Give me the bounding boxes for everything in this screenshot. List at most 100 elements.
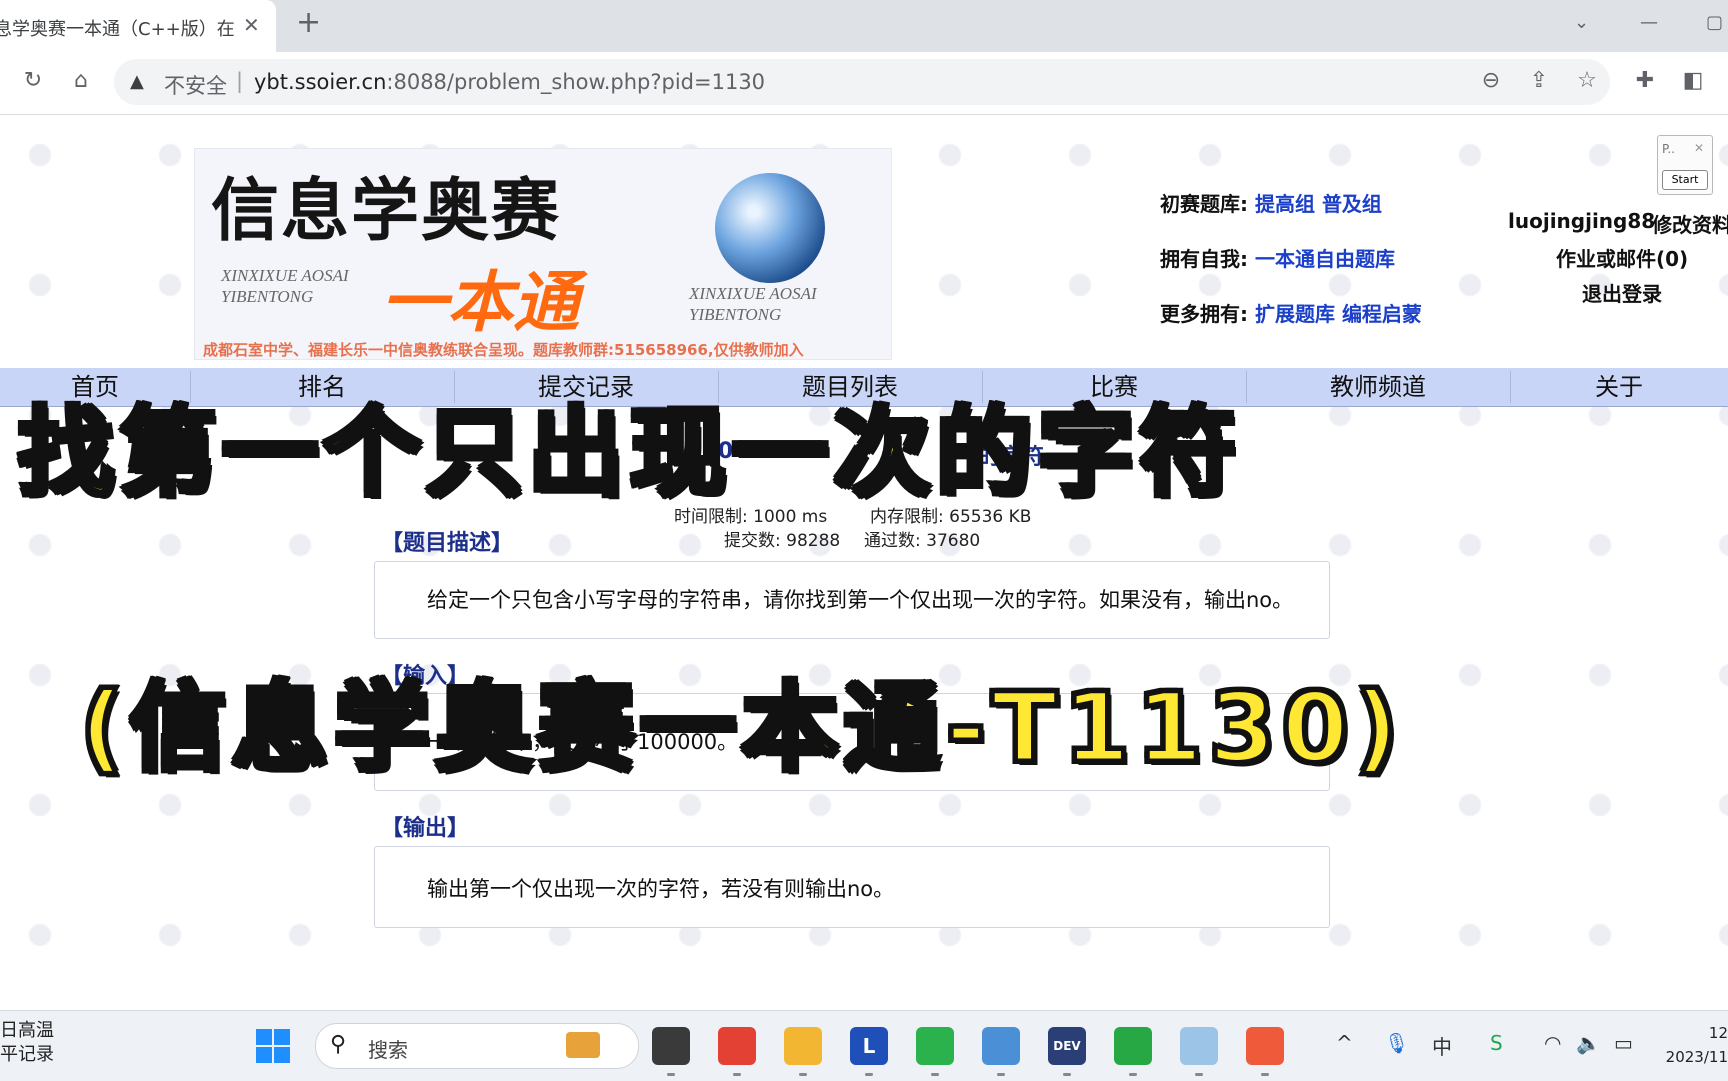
logo-pinyin-right: XINXIXUE AOSAI YIBENTONG — [689, 283, 817, 325]
recorder-widget: P.. ✕ Start — [1657, 135, 1713, 195]
clock[interactable]: 12 2023/11 — [1664, 1021, 1728, 1069]
maximize-icon[interactable]: ▢ — [1706, 12, 1723, 33]
links-row-1: 初赛题库: 提高组 普及组 — [1160, 188, 1382, 217]
sogou-icon[interactable]: S — [1490, 1031, 1503, 1055]
nav-teacher-channel[interactable]: 教师频道 — [1246, 371, 1511, 403]
links-row-3: 更多拥有: 扩展题库 编程启蒙 — [1160, 298, 1422, 327]
weather-line: 平记录 — [0, 1044, 54, 1065]
task-view-icon[interactable] — [652, 1027, 690, 1065]
running-indicator — [1261, 1073, 1269, 1076]
dev-cpp-icon[interactable]: DEV — [1048, 1027, 1086, 1065]
recorder-close-icon[interactable]: ✕ — [1694, 141, 1704, 155]
warning-icon[interactable]: ▲ — [130, 71, 144, 92]
tab-bar: 息学奥赛一本通（C++版）在 ✕ + ⌄ — ▢ — [0, 0, 1728, 52]
submission-count: 提交数: 98288 — [724, 531, 841, 551]
search-icon: ⚲ — [330, 1032, 347, 1057]
recorder-widget-label: P.. — [1662, 142, 1675, 156]
briefcase-icon — [566, 1032, 600, 1058]
section-title-description: 【题目描述】 — [381, 531, 514, 556]
overlay-title-line-2: (信息学奥赛一本通-T1130) — [77, 670, 1405, 787]
tab-search-icon[interactable]: ⌄ — [1574, 12, 1589, 33]
address-bar[interactable]: ▲ 不安全 | ybt.ssoier.cn:8088/problem_show.… — [114, 59, 1610, 105]
nav-about[interactable]: 关于 — [1510, 371, 1728, 403]
battery-icon[interactable]: ▭ — [1614, 1031, 1633, 1055]
banner-note: 成都石室中学、福建长乐一中信奥教练联合呈现。题库教师群:515658966,仅供… — [203, 341, 804, 359]
microphone-icon[interactable]: 🎙 — [1384, 1031, 1409, 1055]
bookmark-star-icon[interactable]: ☆ — [1572, 66, 1602, 96]
output-box: 输出第一个仅出现一次的字符，若没有则输出no。 — [374, 846, 1330, 928]
search-placeholder: 搜索 — [368, 1038, 408, 1062]
share-icon[interactable]: ⇪ — [1524, 66, 1554, 96]
chrome-icon[interactable] — [718, 1027, 756, 1065]
logo-pinyin-line: YIBENTONG — [689, 305, 782, 324]
logo-title: 信息学奥赛 — [211, 171, 562, 251]
volume-icon[interactable]: 🔈 — [1576, 1031, 1601, 1055]
running-indicator — [997, 1073, 1005, 1076]
file-explorer-icon[interactable] — [784, 1027, 822, 1065]
globe-icon — [715, 173, 825, 283]
clock-date: 2023/11 — [1665, 1048, 1728, 1066]
logout-link[interactable]: 退出登录 — [1582, 278, 1662, 307]
mail-link[interactable]: 作业或邮件(0) — [1556, 243, 1688, 272]
recorder-icon[interactable] — [1246, 1027, 1284, 1065]
accepted-count: 通过数: 37680 — [864, 531, 981, 551]
description-box: 给定一个只包含小写字母的字符串，请你找到第一个仅出现一次的字符。如果没有，输出n… — [374, 561, 1330, 639]
side-panel-icon[interactable]: ◧ — [1678, 66, 1708, 96]
username[interactable]: luojingjing88 — [1508, 209, 1655, 233]
paint-icon[interactable] — [1180, 1027, 1218, 1065]
taskbar: 日高温 平记录 ⚲ 搜索 L DEV ^ 🎙 中 S ◠ 🔈 ▭ 12 2023/… — [0, 1010, 1728, 1081]
extensions-icon[interactable]: ✚ — [1630, 66, 1660, 96]
zoom-icon[interactable]: ⊖ — [1476, 66, 1506, 96]
l-app-icon[interactable]: L — [850, 1027, 888, 1065]
weather-widget[interactable]: 日高温 平记录 — [0, 1019, 54, 1067]
link-pujizu[interactable]: 普及组 — [1322, 192, 1382, 216]
link-tigaozu[interactable]: 提高组 — [1255, 192, 1315, 216]
link-free-problems[interactable]: 一本通自由题库 — [1255, 247, 1395, 271]
link-extended-problems[interactable]: 扩展题库 — [1255, 302, 1335, 326]
description-text: 给定一个只包含小写字母的字符串，请你找到第一个仅出现一次的字符。如果没有，输出n… — [427, 588, 1294, 612]
tab-title: 息学奥赛一本通（C++版）在 — [0, 19, 235, 40]
running-indicator — [865, 1073, 873, 1076]
browser-toolbar: ↻ ⌂ ▲ 不安全 | ybt.ssoier.cn:8088/problem_s… — [0, 52, 1728, 115]
clock-time: 12 — [1708, 1024, 1728, 1042]
taskbar-search[interactable]: ⚲ 搜索 — [315, 1023, 639, 1069]
overlay-title-line-1: 找第一个只出现一次的字符 — [16, 395, 1242, 512]
section-title-output: 【输出】 — [381, 816, 470, 841]
recorder-start-button[interactable]: Start — [1662, 170, 1708, 190]
links-row-label: 拥有自我: — [1160, 247, 1248, 271]
url-host: ybt.ssoier.cn — [254, 70, 387, 94]
active-tab[interactable]: 息学奥赛一本通（C++版）在 ✕ — [0, 0, 276, 52]
running-indicator — [1195, 1073, 1203, 1076]
site-banner[interactable]: 信息学奥赛 XINXIXUE AOSAI YIBENTONG 一本通 XINXI… — [194, 148, 892, 360]
ime-indicator[interactable]: 中 — [1432, 1031, 1452, 1060]
running-indicator — [667, 1073, 675, 1076]
url-text[interactable]: ybt.ssoier.cn:8088/problem_show.php?pid=… — [254, 70, 765, 94]
link-programming-intro[interactable]: 编程启蒙 — [1342, 302, 1422, 326]
page-content: 信息学奥赛 XINXIXUE AOSAI YIBENTONG 一本通 XINXI… — [0, 115, 1728, 1010]
links-row-2: 拥有自我: 一本通自由题库 — [1160, 243, 1395, 272]
insecure-label[interactable]: 不安全 — [164, 70, 227, 100]
wifi-icon[interactable]: ◠ — [1544, 1031, 1561, 1055]
start-menu-icon[interactable] — [256, 1029, 290, 1063]
running-indicator — [1063, 1073, 1071, 1076]
reload-icon[interactable]: ↻ — [18, 66, 48, 96]
output-text: 输出第一个仅出现一次的字符，若没有则输出no。 — [427, 877, 895, 901]
tab-close-icon[interactable]: ✕ — [243, 13, 260, 37]
show-hidden-icons[interactable]: ^ — [1336, 1031, 1353, 1055]
links-row-label: 更多拥有: — [1160, 302, 1248, 326]
url-separator: | — [236, 69, 244, 93]
green-app-icon[interactable] — [1114, 1027, 1152, 1065]
notepad-icon[interactable] — [982, 1027, 1020, 1065]
new-tab-button[interactable]: + — [296, 8, 321, 38]
edit-profile-link[interactable]: 修改资料 — [1652, 209, 1728, 238]
logo-pinyin-left: XINXIXUE AOSAI YIBENTONG — [221, 265, 349, 307]
weather-line: 日高温 — [0, 1020, 54, 1041]
running-indicator — [733, 1073, 741, 1076]
home-icon[interactable]: ⌂ — [66, 66, 96, 96]
logo-pinyin-line: XINXIXUE AOSAI — [221, 266, 349, 285]
running-indicator — [799, 1073, 807, 1076]
logo-pinyin-line: YIBENTONG — [221, 287, 314, 306]
running-indicator — [931, 1073, 939, 1076]
minimize-icon[interactable]: — — [1640, 12, 1658, 33]
wechat-icon[interactable] — [916, 1027, 954, 1065]
